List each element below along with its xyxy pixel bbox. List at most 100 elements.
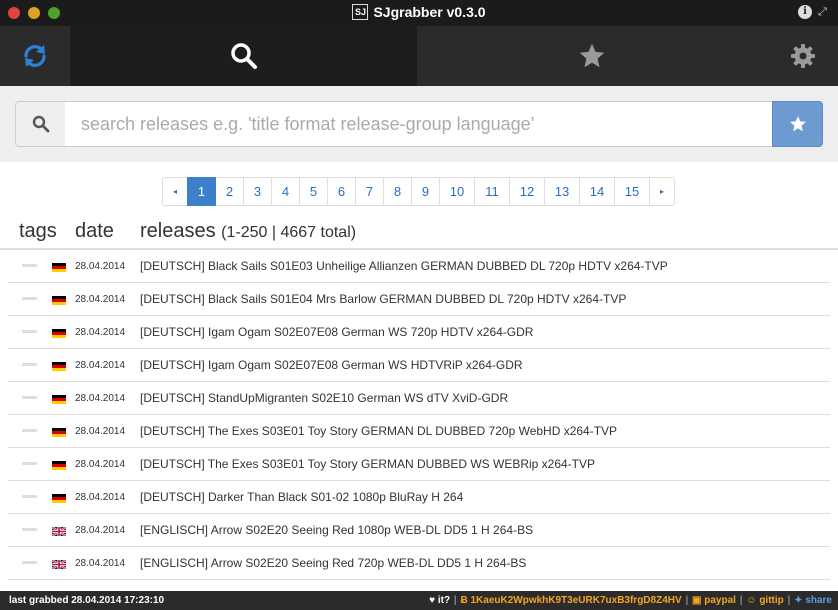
gittip-link[interactable]: gittip <box>759 595 783 606</box>
release-row[interactable]: 28.04.2014 [DEUTSCH] Black Sails S01E04 M… <box>8 283 830 316</box>
flag-germany-icon <box>52 428 66 437</box>
search-addon <box>15 101 66 147</box>
refresh-button[interactable] <box>0 26 70 86</box>
column-header-releases: releases (1-250 | 4667 total) <box>140 220 356 243</box>
release-name[interactable]: [DEUTSCH] Darker Than Black S01-02 1080p… <box>140 490 463 504</box>
releases-table-header: tags date releases (1-250 | 4667 total) <box>0 218 838 250</box>
flag-germany-icon <box>52 494 66 503</box>
love-it-label: ♥ it? <box>429 595 451 606</box>
tag-indicator[interactable] <box>22 429 37 432</box>
search-input[interactable] <box>65 101 773 147</box>
tag-indicator[interactable] <box>22 297 37 300</box>
tag-indicator[interactable] <box>22 396 37 399</box>
flag-germany-icon <box>52 329 66 338</box>
release-row[interactable]: 28.04.2014 [DEUTSCH] The Exes S03E01 Toy … <box>8 448 830 481</box>
release-name[interactable]: [ENGLISCH] Arrow S02E20 Seeing Red 720p … <box>140 556 526 570</box>
release-name[interactable]: [DEUTSCH] Black Sails S01E03 Unheilige A… <box>140 259 668 273</box>
bitcoin-address-link[interactable]: 1KaeuK2WpwkhK9T3eURK7uxB3frgD8Z4HV <box>470 595 681 606</box>
refresh-icon <box>24 45 46 67</box>
page-link[interactable]: 4 <box>271 177 300 206</box>
page-link[interactable]: 8 <box>383 177 412 206</box>
twitter-icon: ✦ <box>794 595 803 606</box>
page-link[interactable]: 11 <box>474 177 510 206</box>
tag-indicator[interactable] <box>22 363 37 366</box>
release-date: 28.04.2014 <box>75 459 126 470</box>
add-favorite-button[interactable] <box>772 101 823 147</box>
page-link[interactable]: 15 <box>614 177 650 206</box>
release-count: (1-250 | 4667 total) <box>221 224 357 241</box>
tag-indicator[interactable] <box>22 330 37 333</box>
title-bar: SJ SJgrabber v0.3.0 i ⤢ <box>0 0 838 26</box>
tag-indicator[interactable] <box>22 495 37 498</box>
search-icon <box>32 115 49 133</box>
column-header-date: date <box>75 220 114 242</box>
release-name[interactable]: [DEUTSCH] Igam Ogam S02E07E08 German WS … <box>140 358 523 372</box>
release-name[interactable]: [DEUTSCH] The Exes S03E01 Toy Story GERM… <box>140 457 595 471</box>
main-nav <box>0 26 838 86</box>
flag-germany-icon <box>52 362 66 371</box>
release-date: 28.04.2014 <box>75 525 126 536</box>
release-date: 28.04.2014 <box>75 294 126 305</box>
flag-germany-icon <box>52 395 66 404</box>
donation-links: ♥ it? | Ƀ 1KaeuK2WpwkhK9T3eURK7uxB3frgD8… <box>429 595 832 606</box>
release-row[interactable]: 28.04.2014 [DEUTSCH] Darker Than Black S0… <box>8 481 830 514</box>
release-row[interactable]: 28.04.2014 [DEUTSCH] Igam Ogam S02E07E08 … <box>8 316 830 349</box>
window-title: SJ SJgrabber v0.3.0 <box>0 4 838 20</box>
search-icon <box>230 43 257 69</box>
tag-indicator[interactable] <box>22 528 37 531</box>
page-link[interactable]: 6 <box>327 177 356 206</box>
fullscreen-icon[interactable]: ⤢ <box>818 6 830 18</box>
release-date: 28.04.2014 <box>75 261 126 272</box>
release-name[interactable]: [DEUTSCH] Igam Ogam S02E07E08 German WS … <box>140 325 533 339</box>
release-name[interactable]: [DEUTSCH] Black Sails S01E04 Mrs Barlow … <box>140 292 626 306</box>
tab-favorites[interactable] <box>417 26 767 86</box>
release-row[interactable]: 28.04.2014 [DEUTSCH] Igam Ogam S02E07E08 … <box>8 349 830 382</box>
app-window: SJ SJgrabber v0.3.0 i ⤢ search releases … <box>0 0 838 610</box>
pagination-prev[interactable]: ◂ <box>162 177 188 206</box>
flag-germany-icon <box>52 296 66 305</box>
release-name[interactable]: [DEUTSCH] The Exes S03E01 Toy Story GERM… <box>140 424 617 438</box>
paypal-icon: ▣ <box>692 595 702 606</box>
release-name[interactable]: [ENGLISCH] Arrow S02E20 Seeing Red 1080p… <box>140 523 533 537</box>
app-logo-icon: SJ <box>352 4 369 20</box>
page-link[interactable]: 1 <box>187 177 216 206</box>
page-link[interactable]: 10 <box>439 177 475 206</box>
search-bar <box>0 86 838 162</box>
tag-indicator[interactable] <box>22 264 37 267</box>
tab-search[interactable] <box>70 26 417 86</box>
page-link[interactable]: 5 <box>299 177 328 206</box>
info-icon[interactable]: i <box>798 5 812 19</box>
star-icon <box>789 116 806 132</box>
page-link[interactable]: 7 <box>355 177 384 206</box>
page-link[interactable]: 9 <box>411 177 440 206</box>
release-row[interactable]: 28.04.2014 [ENGLISCH] Arrow S02E20 Seeing… <box>8 514 830 547</box>
last-grabbed-status: last grabbed 28.04.2014 17:23:10 <box>9 595 165 606</box>
flag-uk-icon <box>52 560 66 569</box>
release-row[interactable]: 28.04.2014 [DEUTSCH] Black Sails S01E03 U… <box>8 250 830 283</box>
release-date: 28.04.2014 <box>75 360 126 371</box>
flag-uk-icon <box>52 527 66 536</box>
release-date: 28.04.2014 <box>75 426 126 437</box>
column-header-tags: tags <box>19 220 57 242</box>
page-link[interactable]: 13 <box>544 177 580 206</box>
release-name[interactable]: [DEUTSCH] StandUpMigranten S02E10 German… <box>140 391 508 405</box>
window-title-text: SJgrabber v0.3.0 <box>373 4 486 20</box>
paypal-link[interactable]: paypal <box>704 595 736 606</box>
tag-indicator[interactable] <box>22 462 37 465</box>
page-link[interactable]: 2 <box>215 177 244 206</box>
release-row[interactable]: 28.04.2014 [DEUTSCH] The Exes S03E01 Toy … <box>8 415 830 448</box>
page-link[interactable]: 12 <box>509 177 545 206</box>
status-bar: last grabbed 28.04.2014 17:23:10 ♥ it? |… <box>0 591 838 610</box>
tag-indicator[interactable] <box>22 561 37 564</box>
column-header-releases-label: releases <box>140 220 216 242</box>
gear-icon <box>790 44 815 68</box>
release-row[interactable]: 28.04.2014 [DEUTSCH] StandUpMigranten S02… <box>8 382 830 415</box>
settings-button[interactable] <box>767 26 838 86</box>
pagination-next[interactable]: ▸ <box>649 177 675 206</box>
page-link[interactable]: 3 <box>243 177 272 206</box>
release-date: 28.04.2014 <box>75 558 126 569</box>
flag-germany-icon <box>52 461 66 470</box>
share-link[interactable]: share <box>805 595 832 606</box>
release-row[interactable]: 28.04.2014 [ENGLISCH] Arrow S02E20 Seeing… <box>8 547 830 580</box>
page-link[interactable]: 14 <box>579 177 615 206</box>
